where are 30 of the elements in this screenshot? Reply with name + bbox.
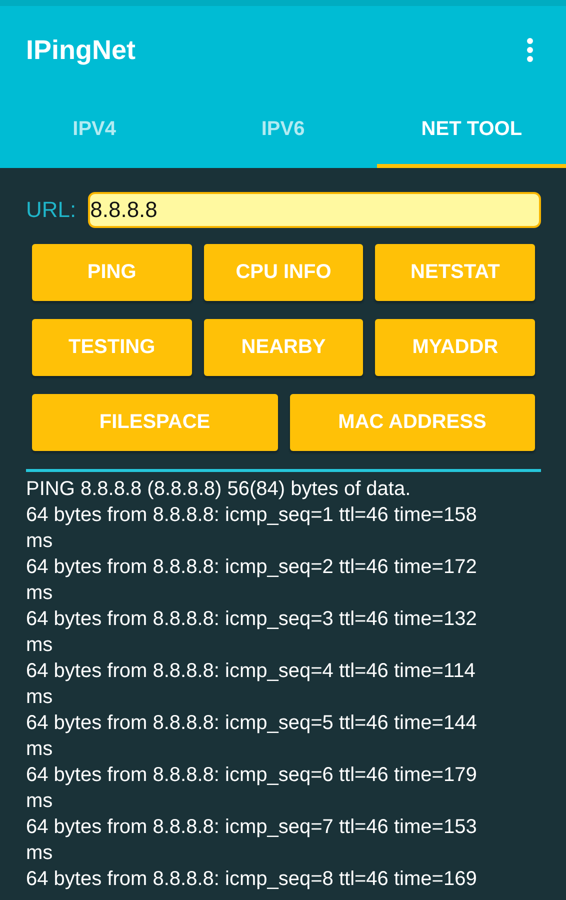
tool-button[interactable]: NEARBY <box>204 319 364 376</box>
output-line: 64 bytes from 8.8.8.8: icmp_seq=8 ttl=46 time=169 <box>26 867 478 892</box>
output-line: 64 bytes from 8.8.8.8: icmp_seq=4 ttl=46 time=114 <box>26 659 476 684</box>
tool-button[interactable]: CPU INFO <box>204 244 364 301</box>
output-line: PING 8.8.8.8 (8.8.8.8) 56(84) bytes of data. <box>26 477 412 502</box>
output-line: ms <box>26 633 54 658</box>
tool-button[interactable]: NETSTAT <box>375 244 536 301</box>
output-line: 64 bytes from 8.8.8.8: icmp_seq=3 ttl=46 time=132 <box>26 607 478 632</box>
output-line: 64 bytes from 8.8.8.8: icmp_seq=2 ttl=46 time=172 <box>26 555 478 580</box>
tab[interactable]: IPV6 <box>188 94 378 168</box>
output-line: ms <box>26 529 54 554</box>
output-line: 64 bytes from 8.8.8.8: icmp_seq=5 ttl=46 time=144 <box>26 711 478 736</box>
url-label: URL: <box>26 197 76 223</box>
more-vertical-icon <box>526 37 534 63</box>
tab[interactable]: IPV4 <box>0 94 189 168</box>
url-input-field[interactable]: 8.8.8.8 <box>88 192 541 228</box>
tool-button[interactable]: TESTING <box>32 319 192 376</box>
output-line: 64 bytes from 8.8.8.8: icmp_seq=7 ttl=46 time=153 <box>26 815 478 840</box>
tool-button[interactable]: MAC ADDRESS <box>290 394 535 451</box>
output-line: ms <box>26 685 54 710</box>
output-line: ms <box>26 737 54 762</box>
tool-button[interactable]: MYADDR <box>375 319 536 376</box>
output-line: 64 bytes from 8.8.8.8: icmp_seq=6 ttl=46 time=179 <box>26 763 478 788</box>
app-title: IPingNet <box>26 34 136 66</box>
output-line: 64 bytes from 8.8.8.8: icmp_seq=1 ttl=46 time=158 <box>26 503 478 528</box>
output-line: ms <box>26 789 54 814</box>
tool-button[interactable]: FILESPACE <box>32 394 278 451</box>
tool-button[interactable]: PING <box>32 244 192 301</box>
output-line: ms <box>26 841 54 866</box>
output-line: ms <box>26 581 54 606</box>
